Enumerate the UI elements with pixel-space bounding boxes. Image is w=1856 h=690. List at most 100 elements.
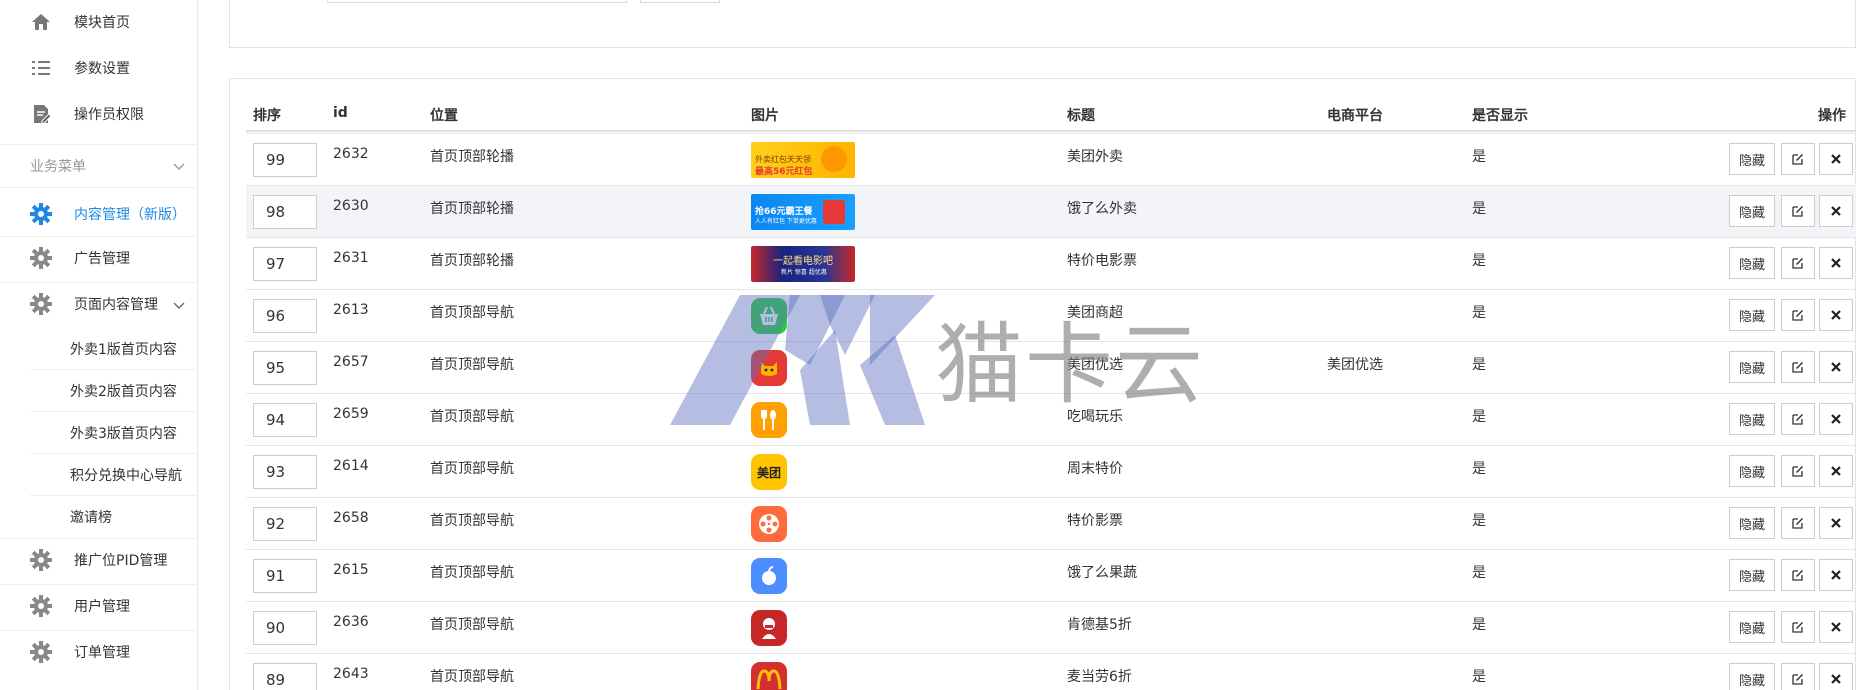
delete-button[interactable] [1819,455,1853,487]
delete-button[interactable] [1819,143,1853,175]
hide-button[interactable]: 隐藏 [1729,247,1775,279]
edit-button[interactable] [1781,455,1815,487]
hide-button[interactable]: 隐藏 [1729,455,1775,487]
cell-id: 2659 [333,406,369,422]
cell-title: 美团优选 [1067,357,1123,373]
delete-button[interactable] [1819,351,1853,383]
sidebar-subitem-invite-rank[interactable]: 邀请榜 [30,496,198,538]
sidebar-item-label: 广告管理 [74,251,130,267]
edit-button[interactable] [1781,559,1815,591]
close-icon [1831,206,1841,216]
sidebar-item-operator-permissions[interactable]: 操作员权限 [0,102,198,126]
search-panel [229,0,1856,48]
delete-button[interactable] [1819,247,1853,279]
delete-button[interactable] [1819,403,1853,435]
cell-title: 吃喝玩乐 [1067,409,1123,425]
sort-input[interactable]: 99 [253,143,317,177]
sidebar-item-page-content-management[interactable]: 页面内容管理 [0,292,198,316]
cat-icon [751,350,787,386]
sidebar-section-business-menu[interactable]: 业务菜单 [0,144,198,188]
hide-button[interactable]: 隐藏 [1729,299,1775,331]
close-icon [1831,570,1841,580]
hide-button[interactable]: 隐藏 [1729,351,1775,383]
banner-line: 新片 惊喜 超优惠 [781,269,827,276]
banner-line: 最高56元红包 [755,167,813,177]
sort-input[interactable]: 97 [253,247,317,281]
hide-button[interactable]: 隐藏 [1729,195,1775,227]
edit-button[interactable] [1781,299,1815,331]
sidebar-item-user-management[interactable]: 用户管理 [0,594,198,618]
sidebar-subitem-waimai2[interactable]: 外卖2版首页内容 [30,370,198,412]
col-actions: 操作 [1818,108,1846,124]
col-title: 标题 [1067,108,1095,124]
edit-button[interactable] [1781,143,1815,175]
delete-button[interactable] [1819,559,1853,591]
gear-icon [30,203,52,225]
close-icon [1831,154,1841,164]
hide-button[interactable]: 隐藏 [1729,143,1775,175]
sort-input[interactable]: 94 [253,403,317,437]
gear-icon [30,641,52,663]
cell-position: 首页顶部轮播 [430,253,514,269]
sort-input[interactable]: 92 [253,507,317,541]
sidebar-item-params[interactable]: 参数设置 [0,56,198,80]
col-id[interactable]: id [333,105,348,121]
cell-image: 一起看电影吧 新片 惊喜 超优惠 [751,246,855,282]
edit-button[interactable] [1781,403,1815,435]
sort-input[interactable]: 95 [253,351,317,385]
edit-button[interactable] [1781,507,1815,539]
sidebar-subitem-points-nav[interactable]: 积分兑换中心导航 [30,454,198,496]
sort-input[interactable]: 98 [253,195,317,229]
sidebar-item-ad-management[interactable]: 广告管理 [0,246,198,270]
table-row: 99 2632 首页顶部轮播 美团外卖 是 外卖红包天天领 最高56元红包 隐藏 [246,133,1856,185]
cell-position: 首页顶部导航 [430,669,514,685]
sort-input[interactable]: 96 [253,299,317,333]
edit-button[interactable] [1781,663,1815,690]
gear-icon [30,293,52,315]
sort-input[interactable]: 90 [253,611,317,645]
sidebar-subitem-waimai1[interactable]: 外卖1版首页内容 [30,328,198,370]
sort-input[interactable]: 93 [253,455,317,489]
delete-button[interactable] [1819,611,1853,643]
table-row: 95 2657 首页顶部导航 美团优选 美团优选 是 隐藏 [246,341,1856,393]
sort-input[interactable]: 91 [253,559,317,593]
cell-position: 首页顶部导航 [430,565,514,581]
cell-visible: 是 [1472,617,1486,633]
edit-button[interactable] [1781,195,1815,227]
delete-button[interactable] [1819,195,1853,227]
table-row: 90 2636 首页顶部导航 肯德基5折 是 隐藏 [246,601,1856,653]
cell-visible: 是 [1472,305,1486,321]
sidebar-item-module-home[interactable]: 模块首页 [0,10,198,34]
sidebar-subitem-waimai3[interactable]: 外卖3版首页内容 [30,412,198,454]
edit-button[interactable] [1781,351,1815,383]
search-input[interactable] [327,0,627,3]
subitem-label: 邀请榜 [70,510,112,526]
chevron-down-icon [173,302,185,309]
hide-button[interactable]: 隐藏 [1729,663,1775,690]
sidebar-item-label: 内容管理（新版） [74,207,186,223]
hide-button[interactable]: 隐藏 [1729,507,1775,539]
sidebar-item-content-management[interactable]: 内容管理（新版） [0,202,198,226]
cell-image [751,402,787,438]
delete-button[interactable] [1819,663,1853,690]
sidebar-item-pid-management[interactable]: 推广位PID管理 [0,548,198,572]
edit-button[interactable] [1781,611,1815,643]
subitem-label: 外卖1版首页内容 [70,341,177,358]
delete-button[interactable] [1819,507,1853,539]
hide-button[interactable]: 隐藏 [1729,611,1775,643]
edit-button[interactable] [1781,247,1815,279]
sidebar-item-order-management[interactable]: 订单管理 [0,640,198,664]
delete-button[interactable] [1819,299,1853,331]
table-row: 98 2630 首页顶部轮播 饿了么外卖 是 抢66元霸王餐 人人有红包 下单更优惠 隐藏 [246,185,1856,237]
col-sort[interactable]: 排序 [253,105,281,125]
cell-id: 2630 [333,198,369,214]
search-button[interactable] [640,0,720,3]
cell-id: 2631 [333,250,369,266]
banner-movie-image: 一起看电影吧 新片 惊喜 超优惠 [751,246,855,282]
hide-button[interactable]: 隐藏 [1729,403,1775,435]
cell-visible: 是 [1472,461,1486,477]
mcdonalds-icon [751,662,787,690]
cell-image: 美团 [751,454,787,490]
sort-input[interactable]: 89 [253,663,317,690]
hide-button[interactable]: 隐藏 [1729,559,1775,591]
